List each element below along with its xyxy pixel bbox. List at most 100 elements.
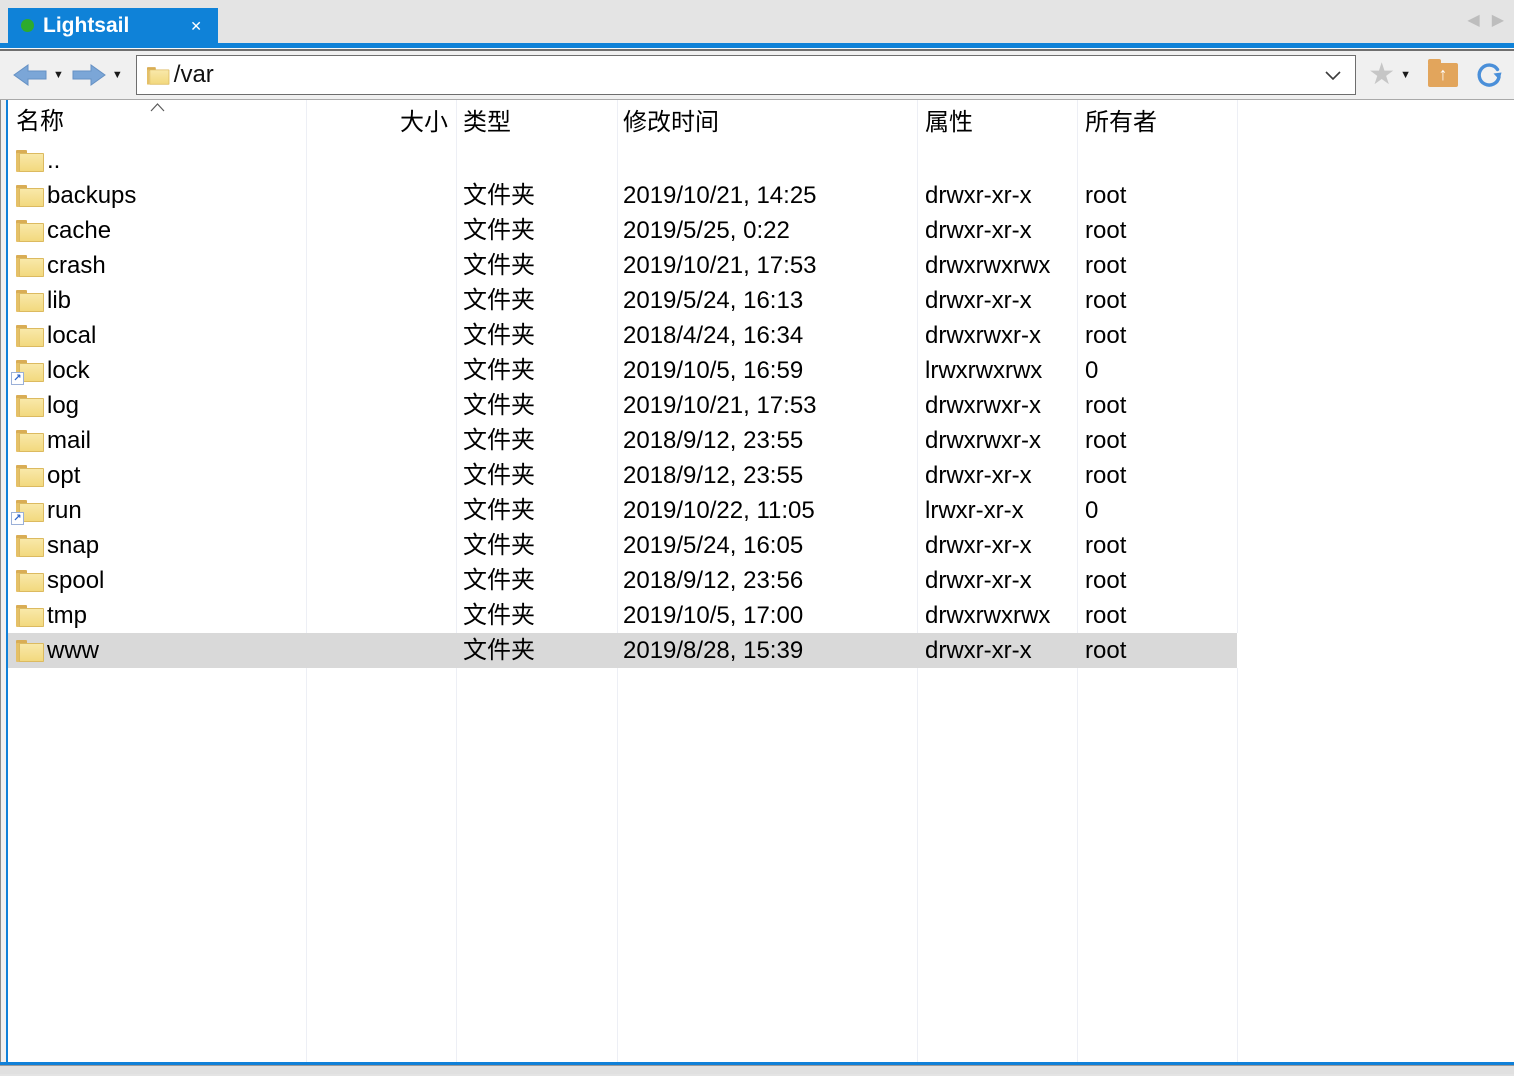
back-history-dropdown-icon[interactable]: ▼ [53,69,64,81]
file-modified: 2019/5/24, 16:13 [617,283,917,318]
table-row-backups[interactable]: backups 文件夹 2019/10/21, 14:25 drwxr-xr-x… [8,178,1514,213]
header-size[interactable]: 大小 [306,100,456,143]
table-row-tmp[interactable]: tmp 文件夹 2019/10/5, 17:00 drwxrwxrwx root [8,598,1514,633]
file-type: 文件夹 [456,248,617,283]
symlink-badge-icon: ↗ [11,512,24,525]
file-owner: root [1077,283,1237,318]
file-owner: root [1077,388,1237,423]
file-type: 文件夹 [456,493,617,528]
file-owner: root [1077,458,1237,493]
symlink-badge-icon: ↗ [11,372,24,385]
file-name: crash [47,248,106,283]
file-owner: root [1077,563,1237,598]
current-path[interactable]: /var [174,61,1325,89]
address-bar[interactable]: /var [136,55,1356,95]
file-type: 文件夹 [456,283,617,318]
bookmark-dropdown-icon[interactable]: ▼ [1400,69,1411,81]
file-modified: 2019/8/28, 15:39 [617,633,917,668]
file-panel-frame: 名称 大小 类型 修改时间 属性 所有者 .. backups 文件夹 [0,100,1514,1065]
close-tab-icon[interactable]: ✕ [190,19,202,33]
folder-icon [16,219,41,242]
address-dropdown-chevron-icon[interactable] [1325,71,1341,80]
folder-icon [16,429,41,452]
file-name: backups [47,178,136,213]
header-modified[interactable]: 修改时间 [617,100,917,143]
file-name: tmp [47,598,87,633]
session-tab-lightsail[interactable]: Lightsail ✕ [8,8,218,43]
file-owner: root [1077,528,1237,563]
file-size [306,283,456,318]
up-arrow-icon: ↑ [1428,64,1458,85]
file-name: local [47,318,96,353]
file-name: .. [47,143,60,178]
back-button[interactable] [12,63,48,87]
table-row-local[interactable]: local 文件夹 2018/4/24, 16:34 drwxrwxr-x ro… [8,318,1514,353]
refresh-icon [1474,60,1504,90]
tab-scroll-left-icon[interactable]: ◀ [1467,13,1479,29]
file-size [306,213,456,248]
file-owner: root [1077,318,1237,353]
header-attrs[interactable]: 属性 [917,100,1077,143]
file-modified: 2019/5/25, 0:22 [617,213,917,248]
file-attrs: drwxrwxrwx [917,598,1077,633]
file-name: opt [47,458,80,493]
folder-icon [16,184,41,207]
file-type: 文件夹 [456,388,617,423]
table-row-lock[interactable]: ↗lock 文件夹 2019/10/5, 16:59 lrwxrwxrwx 0 [8,353,1514,388]
file-attrs: drwxr-xr-x [917,178,1077,213]
table-row-opt[interactable]: opt 文件夹 2018/9/12, 23:55 drwxr-xr-x root [8,458,1514,493]
folder-icon [16,289,41,312]
file-size [306,388,456,423]
header-owner[interactable]: 所有者 [1077,100,1237,143]
file-type: 文件夹 [456,598,617,633]
file-modified: 2019/10/21, 14:25 [617,178,917,213]
folder-icon [16,639,41,662]
file-type: 文件夹 [456,318,617,353]
bookmark-star-icon[interactable]: ★ [1368,60,1395,90]
file-owner: 0 [1077,493,1237,528]
refresh-button[interactable] [1474,60,1504,90]
header-name[interactable]: 名称 [8,100,306,143]
file-size [306,528,456,563]
file-attrs: drwxrwxr-x [917,388,1077,423]
table-row-run[interactable]: ↗run 文件夹 2019/10/22, 11:05 lrwxr-xr-x 0 [8,493,1514,528]
file-modified: 2019/10/5, 16:59 [617,353,917,388]
file-name: cache [47,213,111,248]
tab-scroll-right-icon[interactable]: ▶ [1492,13,1504,29]
file-type: 文件夹 [456,178,617,213]
file-attrs: drwxr-xr-x [917,213,1077,248]
table-header: 名称 大小 类型 修改时间 属性 所有者 [8,100,1514,143]
table-row-spool[interactable]: spool 文件夹 2018/9/12, 23:56 drwxr-xr-x ro… [8,563,1514,598]
file-size [306,493,456,528]
file-attrs: drwxrwxr-x [917,423,1077,458]
table-row-mail[interactable]: mail 文件夹 2018/9/12, 23:55 drwxrwxr-x roo… [8,423,1514,458]
forward-history-dropdown-icon[interactable]: ▼ [112,69,123,81]
table-row-log[interactable]: log 文件夹 2019/10/21, 17:53 drwxrwxr-x roo… [8,388,1514,423]
file-attrs: lrwxrwxrwx [917,353,1077,388]
file-modified: 2018/9/12, 23:56 [617,563,917,598]
file-attrs [917,143,1077,178]
file-attrs: drwxr-xr-x [917,633,1077,668]
table-row-lib[interactable]: lib 文件夹 2019/5/24, 16:13 drwxr-xr-x root [8,283,1514,318]
file-type: 文件夹 [456,423,617,458]
file-modified: 2019/10/21, 17:53 [617,248,917,283]
file-size [306,248,456,283]
table-row-www[interactable]: www 文件夹 2019/8/28, 15:39 drwxr-xr-x root [8,633,1514,668]
file-modified: 2018/9/12, 23:55 [617,423,917,458]
file-owner: root [1077,213,1237,248]
session-status-dot [21,19,34,32]
home-directory-button[interactable]: ↑ [1428,63,1458,87]
table-row-parent[interactable]: .. [8,143,1514,178]
table-row-crash[interactable]: crash 文件夹 2019/10/21, 17:53 drwxrwxrwx r… [8,248,1514,283]
file-modified [617,143,917,178]
header-type[interactable]: 类型 [456,100,617,143]
file-name: lock [47,353,90,388]
back-arrow-icon [12,63,48,87]
table-row-cache[interactable]: cache 文件夹 2019/5/25, 0:22 drwxr-xr-x roo… [8,213,1514,248]
session-tab-title: Lightsail [43,14,190,38]
file-name: log [47,388,79,423]
forward-button[interactable] [71,63,107,87]
file-size [306,353,456,388]
table-row-snap[interactable]: snap 文件夹 2019/5/24, 16:05 drwxr-xr-x roo… [8,528,1514,563]
tab-bar: Lightsail ✕ ◀ ▶ [0,0,1514,43]
